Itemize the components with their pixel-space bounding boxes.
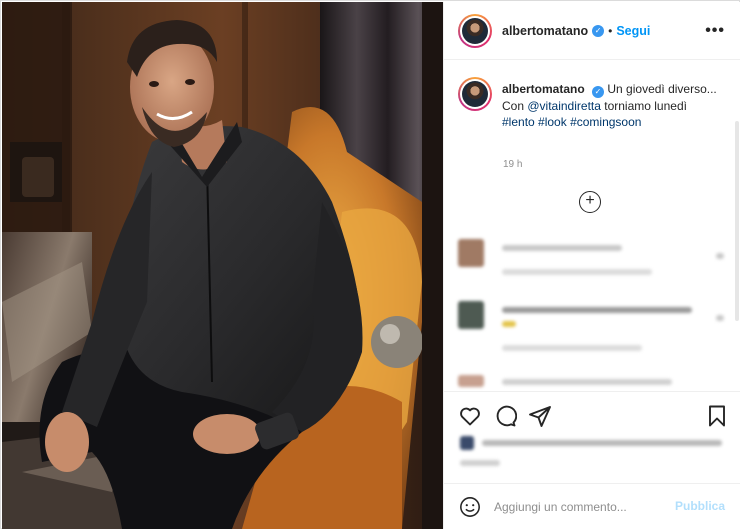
commenter-avatar bbox=[458, 239, 484, 267]
add-comment-bar: Pubblica bbox=[444, 483, 740, 529]
hashtag-look[interactable]: #look bbox=[538, 115, 567, 129]
comment-input[interactable] bbox=[494, 498, 674, 516]
caption-avatar[interactable] bbox=[458, 77, 492, 111]
photo-illustration bbox=[2, 2, 443, 529]
post-modal: albertomatano ✓ • Segui ••• albertomatan… bbox=[0, 0, 740, 529]
caption-suffix: torniamo lunedì bbox=[600, 99, 687, 113]
caption-timestamp: 19 h bbox=[503, 159, 523, 170]
comment-icon[interactable] bbox=[493, 404, 517, 428]
verified-icon: ✓ bbox=[592, 24, 605, 37]
commenter-avatar bbox=[458, 301, 484, 329]
avatar[interactable] bbox=[458, 13, 492, 48]
plus-circle-icon[interactable]: + bbox=[579, 191, 601, 213]
post-side-panel: albertomatano ✓ • Segui ••• albertomatan… bbox=[443, 2, 740, 529]
hashtag-comingsoon[interactable]: #comingsoon bbox=[570, 115, 641, 129]
commenter-avatar bbox=[458, 375, 484, 387]
comment-item bbox=[458, 301, 728, 361]
avatar-image bbox=[462, 81, 488, 107]
post-header: albertomatano ✓ • Segui ••• bbox=[444, 2, 740, 60]
caption-prefix: Con bbox=[502, 99, 528, 113]
avatar-image bbox=[462, 17, 488, 44]
hashtag-lento[interactable]: #lento bbox=[502, 115, 535, 129]
caption-username[interactable]: albertomatano bbox=[502, 82, 585, 96]
separator-dot: • bbox=[608, 23, 613, 38]
emoji-icon[interactable] bbox=[459, 496, 481, 518]
header-username[interactable]: albertomatano bbox=[502, 24, 588, 38]
verified-icon: ✓ bbox=[592, 86, 605, 98]
likes-summary bbox=[460, 434, 730, 474]
comment-item bbox=[458, 239, 728, 289]
caption-line-1: Un giovedì diverso... bbox=[607, 82, 717, 96]
post-photo[interactable] bbox=[2, 2, 443, 529]
follow-button[interactable]: Segui bbox=[616, 24, 650, 38]
bookmark-icon[interactable] bbox=[705, 404, 729, 428]
heart-icon[interactable] bbox=[458, 404, 482, 428]
comments-section[interactable]: albertomatano ✓ Un giovedì diverso... Co… bbox=[444, 61, 740, 391]
share-icon[interactable] bbox=[528, 404, 552, 428]
caption-mention[interactable]: @vitaindiretta bbox=[527, 99, 601, 113]
publish-button[interactable]: Pubblica bbox=[675, 499, 725, 513]
post-actions bbox=[444, 391, 740, 483]
more-icon[interactable]: ••• bbox=[705, 22, 725, 40]
comment-item bbox=[458, 375, 728, 391]
caption-text: albertomatano ✓ Un giovedì diverso... Co… bbox=[502, 81, 724, 130]
comments-scrollbar[interactable] bbox=[735, 121, 739, 321]
